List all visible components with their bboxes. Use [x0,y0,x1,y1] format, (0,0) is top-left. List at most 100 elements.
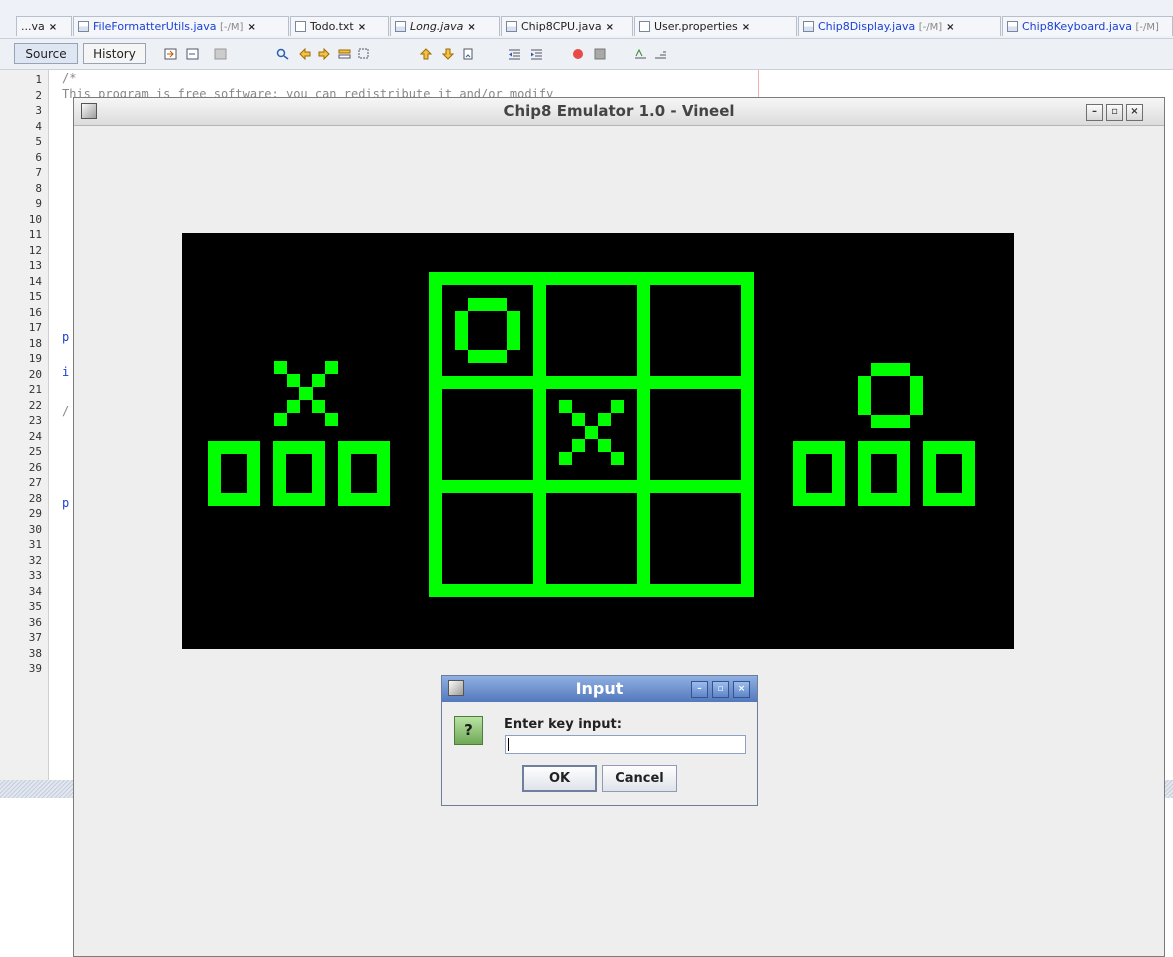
next-bookmark-icon[interactable] [442,48,455,60]
line-number: 22 [28,398,42,412]
line-number: 35 [28,600,42,613]
window-title: Chip8 Emulator 1.0 - Vineel [503,102,735,120]
tab-user-properties[interactable]: User.properties × [634,16,797,36]
tab-truncated[interactable]: ...va × [16,16,72,36]
tab-label: FileFormatterUtils.java [93,20,217,33]
tab-modifier: [-/M] [220,22,244,33]
source-button[interactable]: Source [14,43,78,64]
forward-icon[interactable] [214,48,227,60]
line-number: 8 [35,181,42,195]
line-number: 2 [35,88,42,102]
dialog-minimize-button[interactable]: – [691,681,708,698]
tab-label: Chip8Keyboard.java [1022,20,1132,33]
tab-long[interactable]: Long.java × [390,16,500,36]
dialog-title-bar[interactable]: Input – ▫ × [442,676,757,702]
close-tab-icon[interactable]: × [247,22,255,33]
code-line: p [62,496,70,510]
dialog-close-button[interactable]: × [733,681,750,698]
text-file-icon [295,21,306,32]
comment-icon[interactable] [634,48,647,60]
input-dialog: Input – ▫ × ? Enter key input: OK Cancel [441,675,758,806]
line-number: 24 [28,429,42,443]
line-number: 3 [35,104,42,117]
code-line: / [62,404,70,418]
maximize-button[interactable]: ▫ [1106,104,1123,121]
shift-right-icon[interactable] [530,48,543,60]
shift-left-icon[interactable] [508,48,521,60]
uncomment-icon[interactable] [654,48,667,60]
java-file-icon [78,21,89,32]
tab-label: Chip8CPU.java [521,20,602,33]
key-input-field[interactable] [505,735,746,754]
close-tab-icon[interactable]: × [467,22,475,33]
close-tab-icon[interactable]: × [742,22,750,33]
tab-file-formatter-utils[interactable]: FileFormatterUtils.java [-/M] × [73,16,289,36]
tab-label: User.properties [654,20,738,33]
line-number: 34 [28,584,42,598]
tab-chip8keyboard[interactable]: Chip8Keyboard.java [-/M] [1002,16,1173,36]
start-macro-icon[interactable] [572,48,585,60]
line-number: 36 [28,615,42,629]
editor-toolbar: Source History [0,39,1173,70]
minimize-button[interactable]: – [1086,104,1103,121]
tab-todo[interactable]: Todo.txt × [290,16,389,36]
dialog-maximize-button[interactable]: ▫ [712,681,729,698]
code-line: i [62,365,70,379]
find-next-icon[interactable] [318,48,331,60]
java-file-icon [803,21,814,32]
history-button[interactable]: History [83,43,146,64]
line-number: 4 [35,119,42,133]
toggle-rect-selection-icon[interactable] [358,48,371,60]
ok-button[interactable]: OK [522,765,597,792]
close-tab-icon[interactable]: × [606,22,614,33]
last-edit-icon[interactable] [164,48,177,60]
tab-label: Chip8Display.java [818,20,916,33]
right-score-digits [793,441,975,506]
line-number: 23 [28,414,42,427]
close-tab-icon[interactable]: × [946,22,954,33]
line-number: 18 [28,336,42,350]
tab-label: ...va [21,20,45,33]
line-number: 37 [28,631,42,644]
close-tab-icon[interactable]: × [358,22,366,33]
close-button[interactable]: × [1126,104,1143,121]
find-previous-icon[interactable] [298,48,311,60]
left-player-x-glyph [274,361,338,426]
emulator-window: Chip8 Emulator 1.0 - Vineel – ▫ × [73,97,1165,957]
back-icon[interactable] [186,48,199,60]
line-number: 12 [28,243,42,257]
toggle-highlight-icon[interactable] [338,48,351,60]
code-line: /* [62,71,77,85]
cancel-button[interactable]: Cancel [602,765,677,792]
horizontal-scrollbar-left[interactable] [0,780,73,798]
previous-bookmark-icon[interactable] [420,48,433,60]
line-number: 9 [35,197,42,210]
tab-chip8display[interactable]: Chip8Display.java [-/M] × [798,16,1001,36]
text-caret [508,738,509,751]
close-tab-icon[interactable]: × [49,22,57,33]
line-number: 38 [28,646,42,660]
line-number: 17 [28,321,42,334]
toggle-bookmark-icon[interactable] [462,48,475,60]
line-number: 39 [28,662,42,675]
tab-modifier: [-/M] [918,22,943,33]
line-number: 1 [35,73,42,86]
dialog-prompt: Enter key input: [504,717,622,732]
emulator-title-bar[interactable]: Chip8 Emulator 1.0 - Vineel – ▫ × [74,98,1164,126]
line-number: 33 [28,569,42,582]
stop-macro-icon[interactable] [594,48,607,60]
line-number: 15 [28,290,42,303]
line-number: 26 [28,460,42,474]
editor-tab-bar: ...va × FileFormatterUtils.java [-/M] × To… [0,0,1173,39]
tab-label: Long.java [410,20,464,33]
line-number: 32 [28,553,42,567]
tab-chip8cpu[interactable]: Chip8CPU.java × [501,16,633,36]
left-score-digits [208,441,390,506]
dialog-title: Input [575,679,624,698]
line-number: 30 [28,522,42,536]
java-file-icon [1007,21,1018,32]
line-number: 21 [28,383,42,396]
java-file-icon [395,21,406,32]
find-selection-icon[interactable] [276,48,289,60]
line-number: 25 [28,445,42,458]
